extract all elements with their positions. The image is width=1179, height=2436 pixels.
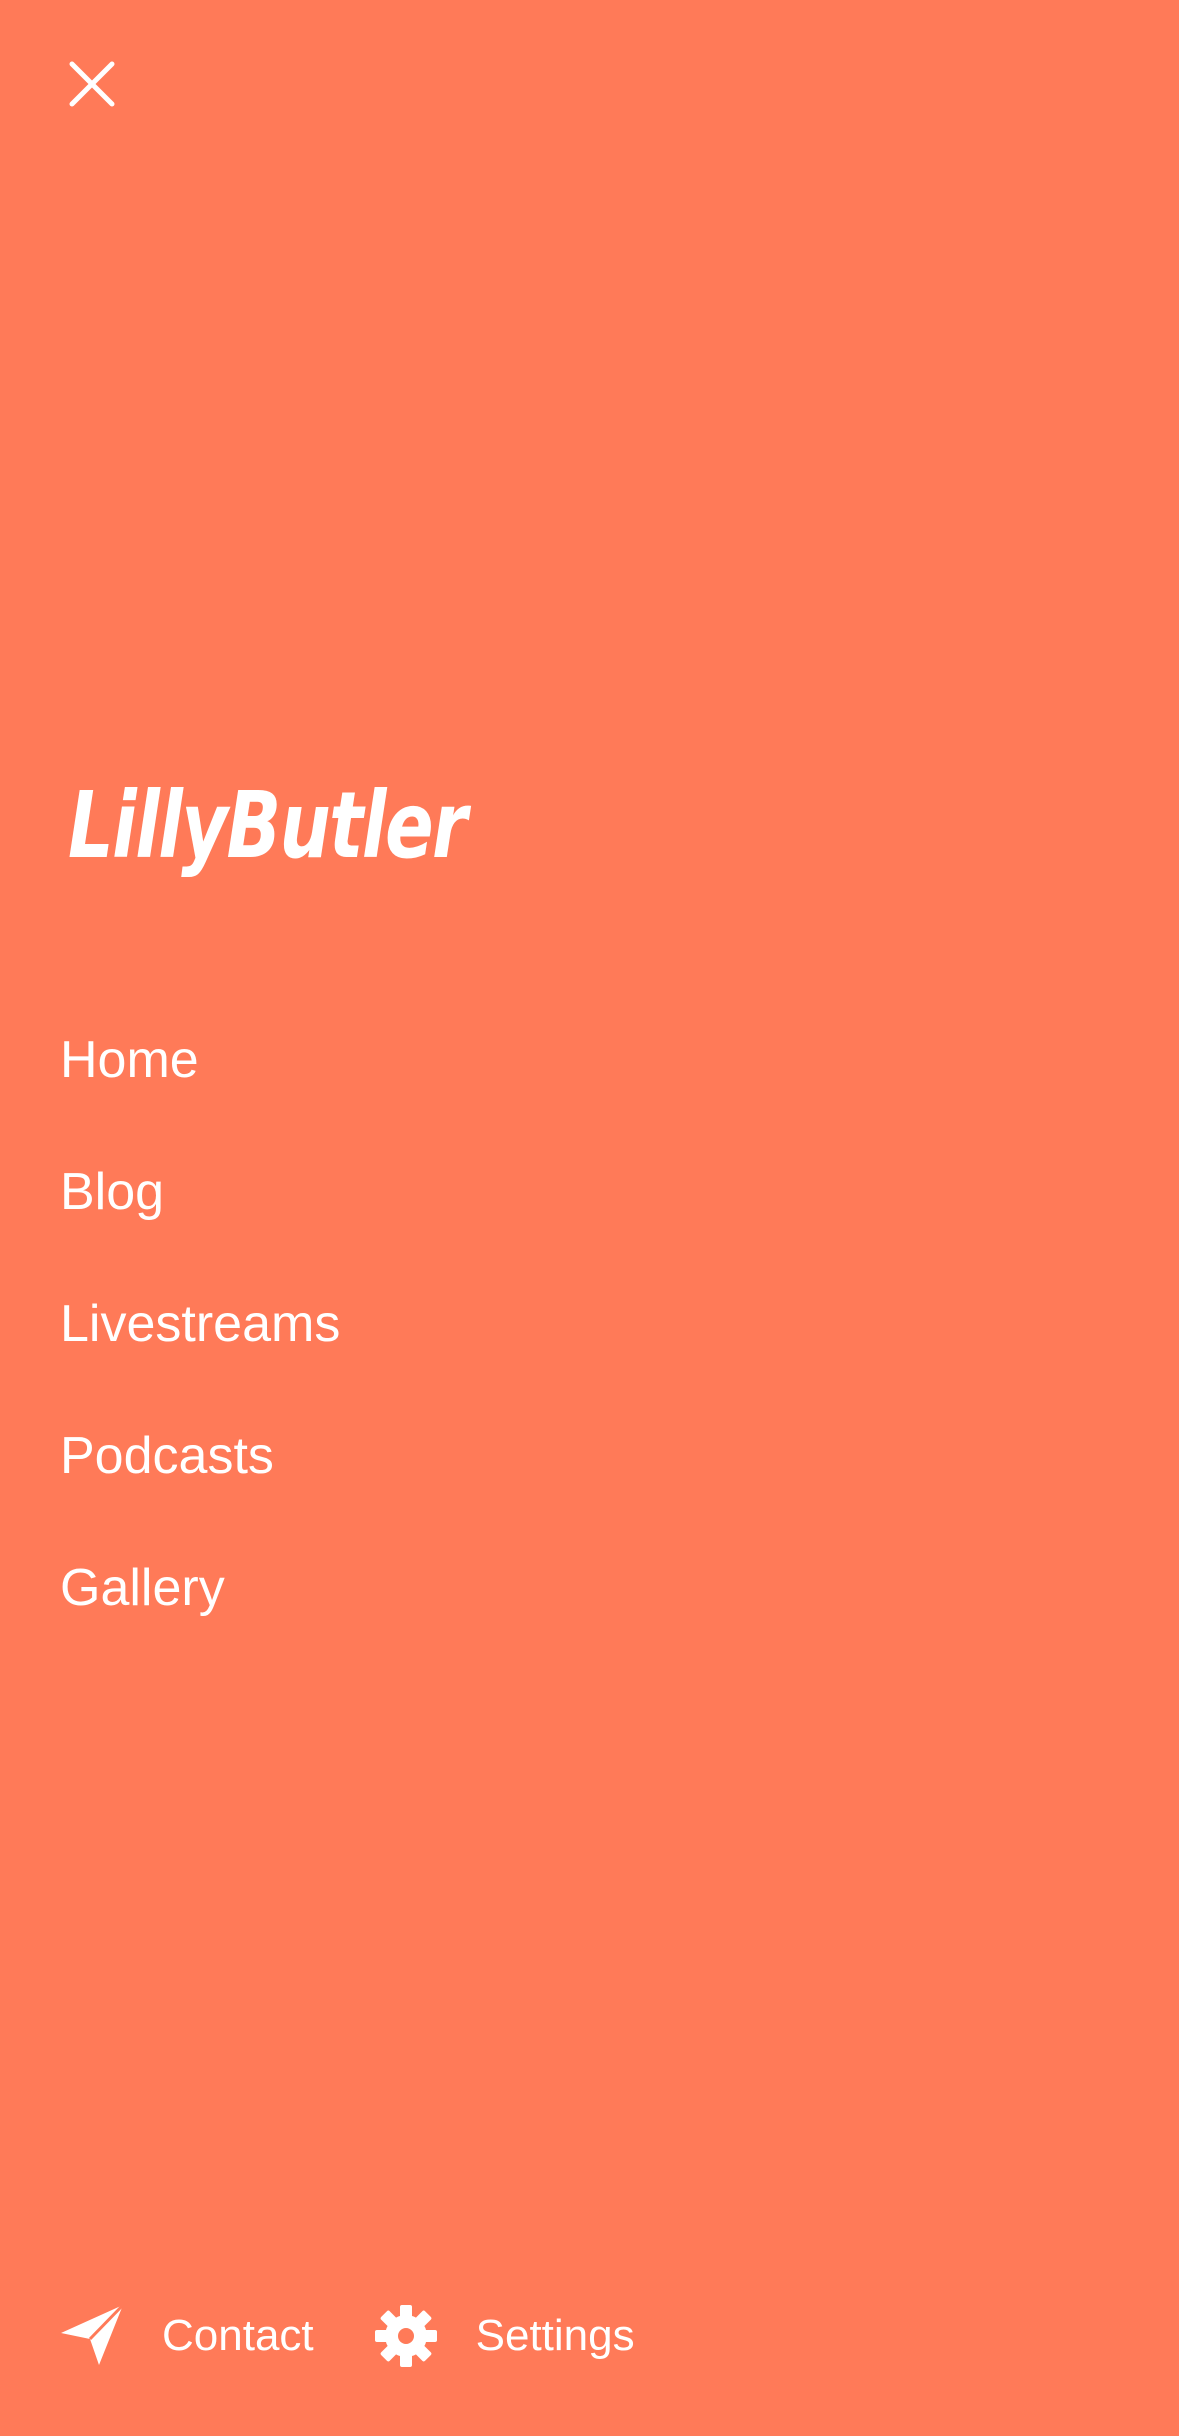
nav-item-label: Gallery — [60, 1559, 225, 1617]
main-nav: Home Blog Livestreams Podcasts Gallery — [60, 996, 760, 1656]
close-icon — [69, 61, 115, 107]
settings-label: Settings — [475, 2311, 635, 2360]
nav-item-gallery[interactable]: Gallery — [60, 1524, 760, 1656]
nav-item-livestreams[interactable]: Livestreams — [60, 1260, 760, 1392]
paper-plane-icon — [58, 2302, 126, 2370]
footer-links: Contact Settings — [58, 2300, 635, 2372]
brand-logo: LillyButler — [68, 771, 467, 879]
nav-item-blog[interactable]: Blog — [60, 1128, 760, 1260]
nav-item-label: Home — [60, 1031, 199, 1089]
nav-item-label: Livestreams — [60, 1295, 341, 1353]
close-menu-button[interactable] — [58, 50, 126, 118]
nav-item-label: Podcasts — [60, 1427, 274, 1485]
gear-icon — [372, 2302, 440, 2370]
contact-label: Contact — [162, 2311, 314, 2360]
contact-link[interactable]: Contact — [58, 2302, 314, 2370]
nav-item-label: Blog — [60, 1163, 165, 1221]
nav-item-home[interactable]: Home — [60, 996, 760, 1128]
settings-link[interactable]: Settings — [372, 2302, 635, 2370]
nav-item-podcasts[interactable]: Podcasts — [60, 1392, 760, 1524]
